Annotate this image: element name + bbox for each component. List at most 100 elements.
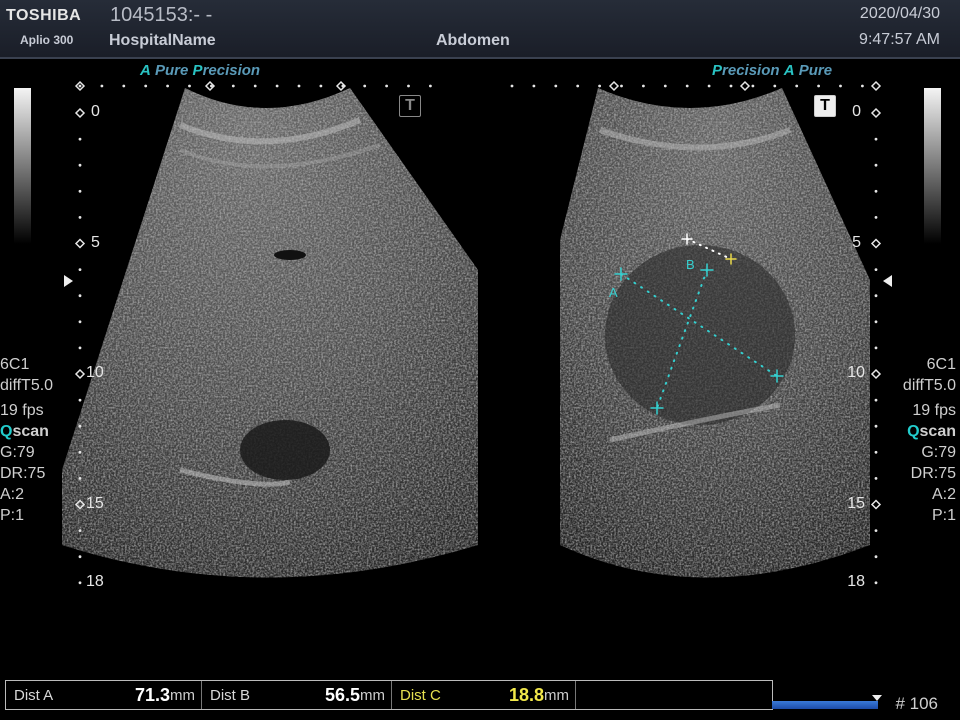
left-ultrasound-image[interactable] [60, 80, 480, 610]
right-image-label: Precision A Pure [712, 62, 832, 79]
probe-name: 6C1 [0, 356, 30, 373]
depth-minor-tick [874, 555, 878, 559]
depth-label: 0 [91, 103, 100, 120]
left-focus-marker-icon[interactable] [64, 275, 73, 287]
depth-minor-tick [78, 216, 82, 219]
focus-dot [751, 84, 755, 88]
depth-label: 15 [847, 494, 865, 512]
depth-label: 10 [847, 364, 865, 381]
right-grayscale-bar [924, 88, 941, 244]
measurement-unit: mm [360, 686, 385, 704]
label-pure-text: Pure [798, 62, 833, 79]
depth-minor-tick [874, 189, 878, 193]
depth-minor-tick [874, 294, 878, 298]
depth-minor-tick [874, 268, 878, 271]
p-param: P:1 [0, 507, 25, 524]
measurement-label: Dist C [400, 686, 441, 704]
focus-dot [78, 84, 82, 88]
depth-label: 18 [86, 572, 104, 590]
focus-dot [275, 84, 279, 88]
gain-value: G:79 [0, 444, 35, 461]
focus-dot [166, 84, 170, 88]
focus-dot [297, 84, 301, 88]
qscan-text: scan [12, 423, 49, 440]
depth-minor-tick [874, 477, 878, 480]
left-image-label: A Pure Precision [140, 62, 260, 79]
depth-minor-tick [874, 346, 878, 350]
depth-major-tick [870, 368, 882, 380]
right-ultrasound-image[interactable] [555, 80, 875, 610]
focus-dot [144, 84, 148, 88]
label-pure-text: Pure [155, 62, 189, 79]
depth-label: 5 [91, 233, 100, 251]
depth-minor-tick [874, 137, 878, 141]
cine-progress-bar[interactable] [772, 701, 878, 709]
qscan-text: scan [919, 423, 956, 440]
focus-dot [663, 84, 667, 88]
qscan-q: Q [907, 423, 920, 440]
focus-dot [319, 84, 323, 88]
focus-dot [100, 84, 104, 88]
depth-label: 10 [86, 364, 104, 381]
cine-cursor-icon[interactable] [872, 695, 882, 701]
depth-minor-tick [874, 581, 878, 585]
measurement-label: Dist B [210, 686, 251, 704]
focus-dot [817, 84, 820, 88]
depth-major-tick [74, 368, 86, 380]
focus-dot [773, 84, 777, 88]
depth-minor-tick [78, 137, 82, 141]
depth-minor-tick [78, 163, 82, 167]
focus-dot [532, 84, 536, 88]
focus-dot [122, 84, 126, 88]
depth-label: 5 [852, 233, 861, 251]
left-params-panel: 6C1 diffT5.0 19 fps Qscan G:79 DR:75 A:2… [0, 354, 53, 526]
p-param: P:1 [931, 507, 956, 524]
depth-minor-tick [874, 320, 878, 324]
depth-minor-tick [874, 424, 878, 428]
depth-minor-tick [78, 424, 82, 428]
label-p-letter: P [192, 62, 203, 79]
dynamic-range: DR:75 [0, 465, 46, 482]
a-param: A:2 [0, 486, 25, 503]
right-depth-scale [870, 107, 882, 585]
depth-label: 18 [847, 572, 865, 590]
measurement-dist-b[interactable]: Dist B 56.5 mm [202, 681, 392, 709]
measurement-dist-c[interactable]: Dist C 18.8 mm [392, 681, 576, 709]
gain-value: G:79 [921, 444, 956, 461]
measurement-dist-a[interactable]: Dist A 71.3 mm [6, 681, 202, 709]
right-focus-marker-icon[interactable] [883, 275, 892, 287]
caliper-label-b: B [686, 257, 695, 272]
depth-major-tick [74, 107, 86, 119]
probe-name: 6C1 [926, 356, 956, 373]
depth-minor-tick [78, 477, 82, 480]
depth-major-tick [74, 238, 86, 249]
focus-dot [642, 84, 645, 88]
focus-dot [554, 84, 558, 88]
depth-minor-tick [874, 216, 878, 219]
focus-dot [429, 84, 432, 88]
dynamic-range: DR:75 [910, 465, 956, 482]
focus-dot [839, 84, 842, 88]
focus-dot [861, 84, 864, 88]
depth-major-tick [870, 499, 882, 510]
focus-dot [795, 84, 799, 88]
frame-rate: 19 fps [0, 402, 44, 419]
depth-minor-tick [78, 268, 82, 271]
measurement-unit: mm [170, 686, 195, 704]
depth-minor-tick [78, 294, 82, 298]
depth-minor-tick [874, 398, 878, 402]
right-ttl-icon[interactable]: T [814, 95, 836, 117]
label-a-letter: A [140, 62, 151, 79]
measurement-empty-cell [576, 681, 772, 709]
left-ttl-icon[interactable]: T [399, 95, 421, 117]
measurement-label: Dist A [14, 686, 54, 704]
depth-minor-tick [78, 529, 82, 532]
measurement-unit: mm [544, 686, 569, 704]
label-p-letter: P [712, 62, 723, 79]
measurement-value: 71.3 [134, 684, 170, 705]
focus-diamond-icon [870, 80, 882, 92]
focus-dot [510, 84, 514, 88]
focus-dot [385, 84, 388, 88]
label-precision-text: recision [202, 62, 261, 79]
depth-minor-tick [874, 529, 878, 532]
